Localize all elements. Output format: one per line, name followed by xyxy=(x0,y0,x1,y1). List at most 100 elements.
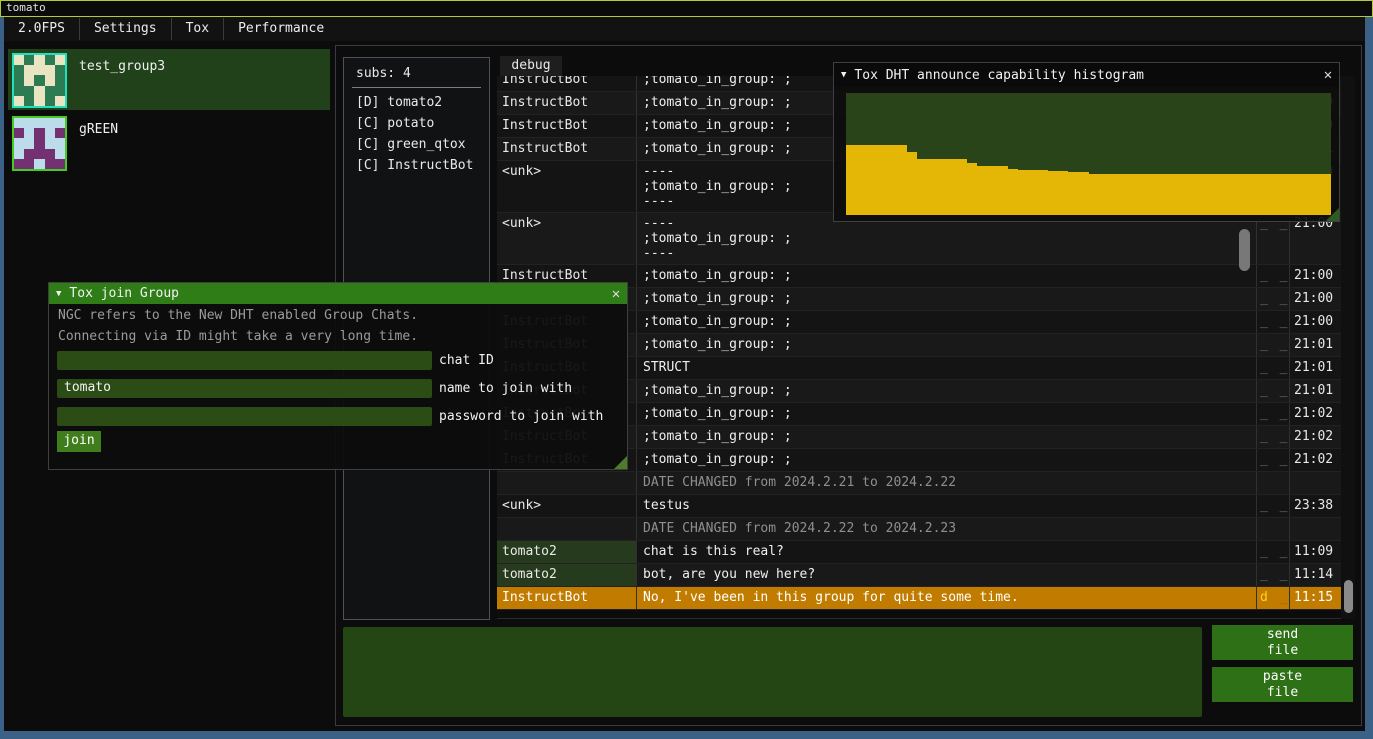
histogram-bar xyxy=(917,159,927,215)
histogram-bar xyxy=(1048,171,1058,215)
resize-grip-icon[interactable] xyxy=(614,456,627,469)
avatar-pixel xyxy=(45,159,55,169)
status-placeholder: _ xyxy=(1260,291,1270,306)
member-item[interactable]: [C] potato xyxy=(344,113,489,134)
collapse-arrow-icon[interactable]: ▼ xyxy=(841,70,846,80)
histogram-bar xyxy=(1008,169,1018,215)
status-placeholder: _ xyxy=(1270,291,1290,306)
message-text: STRUCT xyxy=(637,357,1257,379)
message-row: tomato2chat is this real?_ _11:09 xyxy=(497,541,1341,564)
avatar-pixel xyxy=(34,55,44,65)
message-sender: InstructBot xyxy=(497,587,637,609)
name-field[interactable]: tomato xyxy=(57,379,432,398)
histogram-bar xyxy=(1311,174,1321,215)
member-item[interactable]: [C] green_qtox xyxy=(344,134,489,155)
message-status-flags: _ _ xyxy=(1257,564,1290,586)
resize-grip-icon[interactable] xyxy=(1326,208,1339,221)
menu-item-performance[interactable]: Performance xyxy=(224,17,338,41)
histogram-bar xyxy=(937,159,947,215)
message-input[interactable] xyxy=(343,627,1202,717)
join-group-window-titlebar[interactable]: ▼ Tox join Group ✕ xyxy=(49,283,627,304)
menu-item-settings[interactable]: Settings xyxy=(80,17,171,41)
avatar-pixel xyxy=(14,138,24,148)
status-placeholder: _ xyxy=(1260,268,1270,283)
window-frame-bottom xyxy=(0,731,1373,739)
histogram-bar xyxy=(1260,174,1270,215)
histogram-bar xyxy=(947,159,957,215)
chat-scrollbar-thumb[interactable] xyxy=(1344,580,1353,613)
message-time: 21:00 xyxy=(1290,265,1341,287)
status-placeholder: _ xyxy=(1260,360,1270,375)
avatar-pixel xyxy=(14,128,24,138)
chat-id-field[interactable] xyxy=(57,351,432,370)
join-group-window: ▼ Tox join Group ✕ NGC refers to the New… xyxy=(48,282,628,470)
histogram-bar xyxy=(1159,174,1169,215)
histogram-bar xyxy=(1230,174,1240,215)
message-status-flags: _ _ xyxy=(1257,311,1290,333)
message-time: 11:09 xyxy=(1290,541,1341,563)
tab-debug[interactable]: debug xyxy=(500,56,562,76)
avatar-pixel xyxy=(14,96,24,106)
collapse-arrow-icon[interactable]: ▼ xyxy=(56,289,61,299)
status-placeholder: _ xyxy=(1270,383,1290,398)
chat-scrollbar-track[interactable] xyxy=(1341,76,1355,619)
close-icon[interactable]: ✕ xyxy=(1317,67,1339,83)
avatar-pixel xyxy=(14,118,24,128)
avatar-pixel xyxy=(55,159,65,169)
message-sender: tomato2 xyxy=(497,564,637,586)
message-time: 21:00 xyxy=(1290,288,1341,310)
histogram-bar xyxy=(1139,174,1149,215)
message-status-flags: _ _ xyxy=(1257,426,1290,448)
fps-counter: 2.0FPS xyxy=(4,17,79,41)
avatar-pixel xyxy=(24,65,34,75)
member-item[interactable]: [C] InstructBot xyxy=(344,155,489,176)
histogram-bar xyxy=(967,163,977,215)
member-item[interactable]: [D] tomato2 xyxy=(344,92,489,113)
group-avatar xyxy=(12,116,67,171)
avatar-pixel xyxy=(24,159,34,169)
join-group-window-title: Tox join Group xyxy=(69,286,179,301)
message-pane-scrollbar-thumb[interactable] xyxy=(1239,229,1250,271)
histogram-bar xyxy=(1129,174,1139,215)
avatar-pixel xyxy=(34,75,44,85)
menu-item-tox[interactable]: Tox xyxy=(172,17,223,41)
status-placeholder: _ xyxy=(1260,567,1270,582)
avatar-pixel xyxy=(55,75,65,85)
window-titlebar[interactable]: tomato xyxy=(0,0,1373,17)
dht-histogram-window-titlebar[interactable]: ▼ Tox DHT announce capability histogram … xyxy=(834,63,1339,87)
status-placeholder: _ xyxy=(1260,544,1270,559)
histogram-bar xyxy=(1250,174,1260,215)
paste-file-button[interactable]: paste file xyxy=(1212,667,1353,702)
status-placeholder: _ xyxy=(1270,406,1290,421)
histogram-bar xyxy=(1180,174,1190,215)
message-text: ;tomato_in_group: ; xyxy=(637,449,1257,471)
avatar-pixel xyxy=(34,159,44,169)
message-status-flags: _ _ xyxy=(1257,334,1290,356)
message-sender: <unk> xyxy=(497,213,637,264)
message-status-flags: _ _ xyxy=(1257,380,1290,402)
message-text: ;tomato_in_group: ; xyxy=(637,265,1257,287)
message-text: ;tomato_in_group: ; xyxy=(637,426,1257,448)
date-row: DATE CHANGED from 2024.2.22 to 2024.2.23 xyxy=(497,518,1341,541)
password-field[interactable] xyxy=(57,407,432,426)
avatar-pixel xyxy=(24,149,34,159)
group-item-gREEN[interactable]: gREEN xyxy=(8,112,330,173)
send-file-button[interactable]: send file xyxy=(1212,625,1353,660)
message-status-flags xyxy=(1257,472,1290,494)
status-placeholder: _ xyxy=(1270,429,1290,444)
histogram-bar xyxy=(846,145,856,215)
histogram-bar xyxy=(1220,174,1230,215)
avatar-pixel xyxy=(14,149,24,159)
avatar-pixel xyxy=(45,138,55,148)
avatar-pixel xyxy=(24,55,34,65)
avatar-pixel xyxy=(24,75,34,85)
histogram-bar xyxy=(1240,174,1250,215)
histogram-bar xyxy=(1058,171,1068,215)
histogram-bar xyxy=(1068,172,1078,215)
group-item-test_group3[interactable]: test_group3 xyxy=(8,49,330,110)
histogram-bar xyxy=(1079,172,1089,215)
join-button[interactable]: join xyxy=(57,431,101,452)
dht-histogram-window: ▼ Tox DHT announce capability histogram … xyxy=(833,62,1340,222)
message-sender: InstructBot xyxy=(497,92,637,114)
close-icon[interactable]: ✕ xyxy=(605,286,627,302)
